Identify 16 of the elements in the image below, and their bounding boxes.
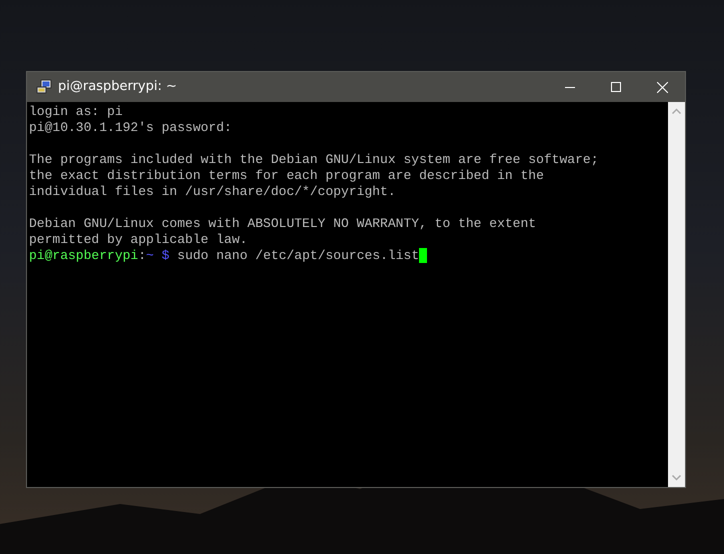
prompt-path: ~ [146, 248, 154, 264]
computer-icon [36, 79, 52, 95]
terminal-line: login as: pi [29, 104, 123, 120]
command-text: sudo nano /etc/apt/sources.list [177, 248, 420, 264]
prompt-separator: : [138, 248, 146, 264]
terminal-line: pi@10.30.1.192's password: [29, 120, 232, 136]
prompt-user: pi@raspberrypi [29, 248, 138, 264]
terminal-line: permitted by applicable law. [29, 232, 248, 248]
window-title: pi@raspberrypi: ~ [58, 78, 177, 96]
terminal-line: individual files in /usr/share/doc/*/copyright. [29, 184, 396, 200]
terminal-line: Debian GNU/Linux comes with ABSOLUTELY NO WARRANTY, to the extent [29, 216, 536, 232]
terminal-line: the exact distribution terms for each program are described in the [29, 168, 544, 184]
close-icon[interactable] [656, 82, 668, 92]
maximize-icon[interactable] [611, 82, 621, 92]
prompt-symbol: $ [162, 248, 170, 264]
terminal-line: The programs included with the Debian GNU/Linux system are free software; [29, 152, 598, 168]
